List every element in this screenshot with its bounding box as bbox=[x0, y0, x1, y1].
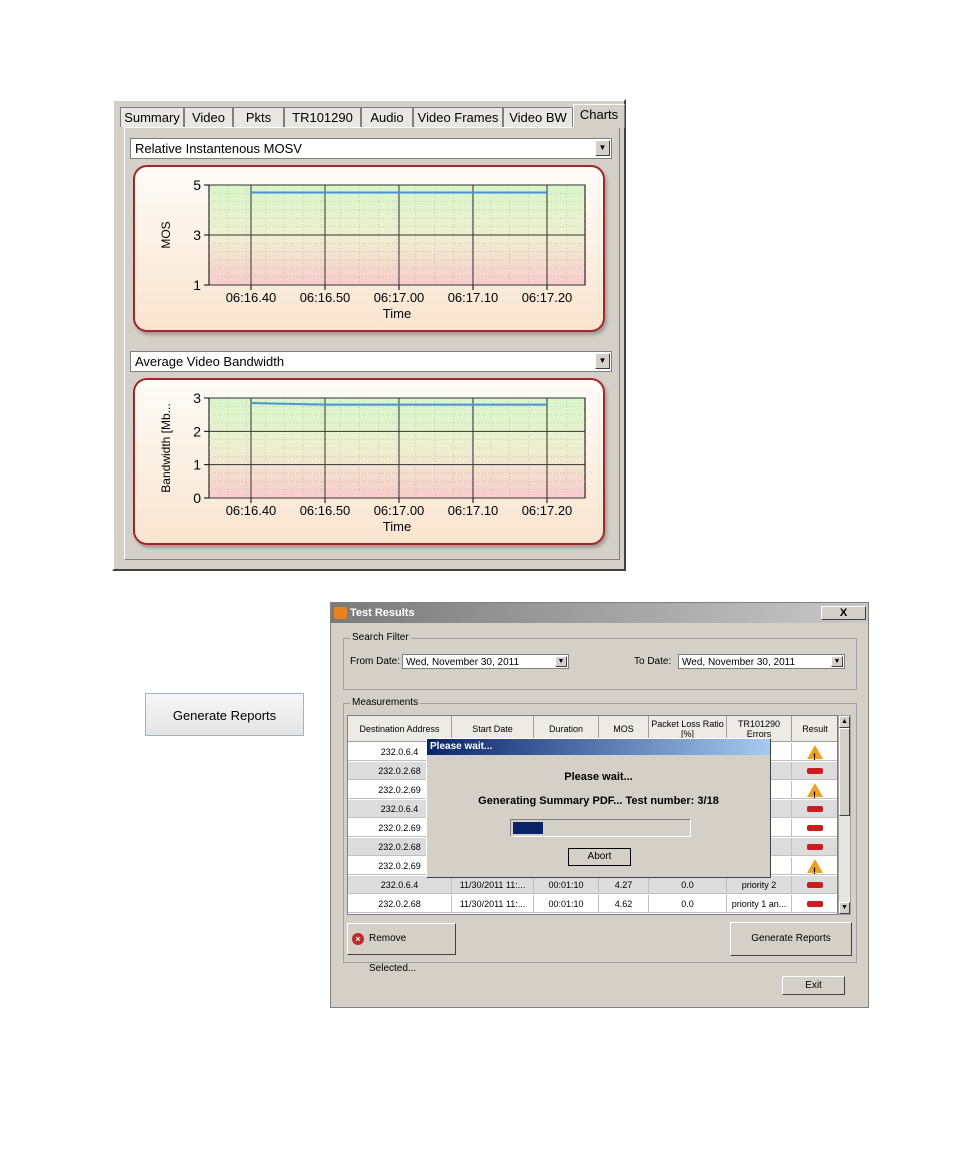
to-date-label: To Date: bbox=[634, 656, 672, 667]
table-cell-mos[interactable]: 4.62 bbox=[599, 895, 649, 913]
error-icon bbox=[807, 882, 823, 888]
progress-bar bbox=[510, 819, 691, 837]
to-date-value: Wed, November 30, 2011 bbox=[682, 657, 796, 668]
col-result[interactable]: Result bbox=[792, 716, 837, 742]
x-axis-label: Time bbox=[383, 519, 411, 534]
table-cell-date[interactable]: 11/30/2011 11:... bbox=[452, 895, 534, 913]
table-cell-result[interactable] bbox=[792, 819, 837, 837]
warning-icon bbox=[807, 859, 823, 874]
table-cell-mos[interactable]: 4.27 bbox=[599, 876, 649, 894]
table-cell-tr[interactable]: priority 2 bbox=[727, 876, 792, 894]
remove-selected-label: Remove Selected... bbox=[369, 933, 417, 974]
please-wait-titlebar: Please wait... bbox=[427, 739, 770, 755]
table-scrollbar[interactable]: ▲ ▼ bbox=[838, 715, 851, 915]
progress-fill bbox=[513, 822, 543, 834]
close-button[interactable]: X bbox=[821, 606, 866, 620]
from-date-value: Wed, November 30, 2011 bbox=[406, 657, 520, 668]
warning-icon bbox=[807, 783, 823, 798]
table-cell-dur[interactable]: 00:01:10 bbox=[534, 876, 599, 894]
from-date-label: From Date: bbox=[350, 656, 401, 667]
generate-reports-button-sample[interactable]: Generate Reports bbox=[145, 693, 304, 736]
please-wait-heading: Please wait... bbox=[564, 771, 633, 783]
to-date-picker[interactable]: Wed, November 30, 2011 ▼ bbox=[678, 654, 845, 669]
generate-reports-button[interactable]: Generate Reports bbox=[730, 922, 852, 956]
table-cell-result[interactable] bbox=[792, 838, 837, 856]
error-icon bbox=[807, 901, 823, 907]
error-icon bbox=[807, 844, 823, 850]
table-cell-result[interactable] bbox=[792, 762, 837, 780]
from-date-picker[interactable]: Wed, November 30, 2011 ▼ bbox=[402, 654, 569, 669]
table-cell-dur[interactable]: 00:01:10 bbox=[534, 895, 599, 913]
table-cell-tr[interactable]: priority 1 an... bbox=[727, 895, 792, 913]
table-cell-result[interactable] bbox=[792, 895, 837, 913]
progress-message: Generating Summary PDF... Test number: 3… bbox=[478, 795, 719, 807]
table-cell-dest[interactable]: 232.0.2.68 bbox=[348, 895, 452, 913]
scroll-thumb[interactable] bbox=[839, 728, 850, 816]
chevron-down-icon[interactable]: ▼ bbox=[831, 656, 843, 667]
table-cell-result[interactable] bbox=[792, 781, 837, 799]
table-cell-date[interactable]: 11/30/2011 11:... bbox=[452, 876, 534, 894]
error-icon bbox=[807, 768, 823, 774]
error-icon bbox=[807, 806, 823, 812]
scroll-down-icon[interactable]: ▼ bbox=[839, 902, 850, 914]
scroll-up-icon[interactable]: ▲ bbox=[839, 716, 850, 728]
remove-selected-button[interactable]: × Remove Selected... bbox=[347, 923, 456, 974]
table-cell-dest[interactable]: 232.0.6.4 bbox=[348, 876, 452, 894]
test-results-titlebar: Test Results X bbox=[331, 603, 868, 623]
x-tick-label: 06:16.50 bbox=[300, 503, 351, 518]
y-tick-label: 2 bbox=[193, 423, 201, 439]
measurements-legend: Measurements bbox=[350, 697, 421, 708]
app-icon bbox=[334, 607, 347, 619]
please-wait-title: Please wait... bbox=[430, 741, 493, 752]
exit-button[interactable]: Exit bbox=[782, 976, 845, 995]
table-cell-loss[interactable]: 0.0 bbox=[649, 895, 727, 913]
tab-charts[interactable]: Charts bbox=[573, 104, 625, 128]
x-tick-label: 06:17.10 bbox=[448, 503, 499, 518]
abort-button[interactable]: Abort bbox=[568, 848, 631, 866]
chevron-down-icon[interactable]: ▼ bbox=[555, 656, 567, 667]
table-cell-result[interactable] bbox=[792, 857, 837, 875]
y-tick-label: 0 bbox=[193, 490, 201, 506]
y-axis-label: Bandwidth [Mb... bbox=[159, 403, 173, 492]
table-cell-result[interactable] bbox=[792, 743, 837, 761]
x-tick-label: 06:17.20 bbox=[522, 503, 573, 518]
table-cell-result[interactable] bbox=[792, 800, 837, 818]
x-tick-label: 06:16.40 bbox=[226, 503, 277, 518]
search-filter-legend: Search Filter bbox=[350, 632, 411, 643]
window-title: Test Results bbox=[350, 607, 415, 619]
x-tick-label: 06:17.00 bbox=[374, 503, 425, 518]
warning-icon bbox=[807, 745, 823, 760]
remove-icon: × bbox=[352, 933, 364, 945]
y-tick-label: 3 bbox=[193, 390, 201, 406]
y-tick-label: 1 bbox=[193, 457, 201, 473]
table-cell-result[interactable] bbox=[792, 876, 837, 894]
error-icon bbox=[807, 825, 823, 831]
table-cell-loss[interactable]: 0.0 bbox=[649, 876, 727, 894]
